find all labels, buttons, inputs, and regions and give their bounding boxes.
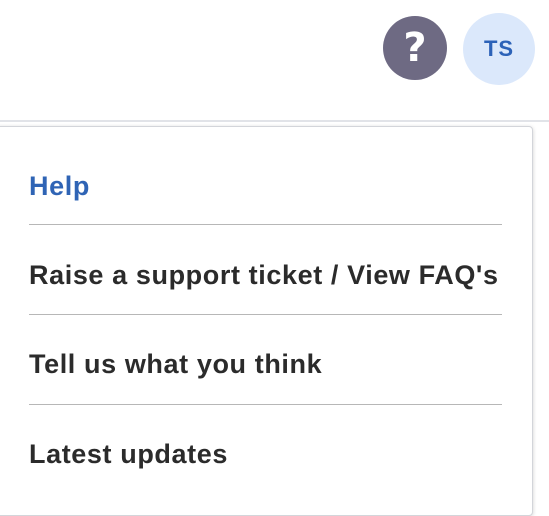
menu-item-latest-updates[interactable]: Latest updates xyxy=(29,436,502,472)
question-mark-icon: ? xyxy=(403,25,427,71)
avatar-initials: TS xyxy=(483,36,515,61)
menu-item-feedback[interactable]: Tell us what you think xyxy=(29,346,502,382)
help-menu: Help Raise a support ticket / View FAQ's… xyxy=(0,126,533,516)
header-divider xyxy=(0,120,549,122)
menu-divider xyxy=(29,404,502,405)
user-avatar[interactable]: TS xyxy=(463,13,535,85)
help-button[interactable]: ? xyxy=(383,16,447,80)
help-menu-title: Help xyxy=(29,171,90,201)
menu-item-support-ticket[interactable]: Raise a support ticket / View FAQ's xyxy=(29,257,502,293)
menu-divider xyxy=(29,224,502,225)
top-header: ? TS xyxy=(0,0,549,120)
menu-divider xyxy=(29,314,502,315)
